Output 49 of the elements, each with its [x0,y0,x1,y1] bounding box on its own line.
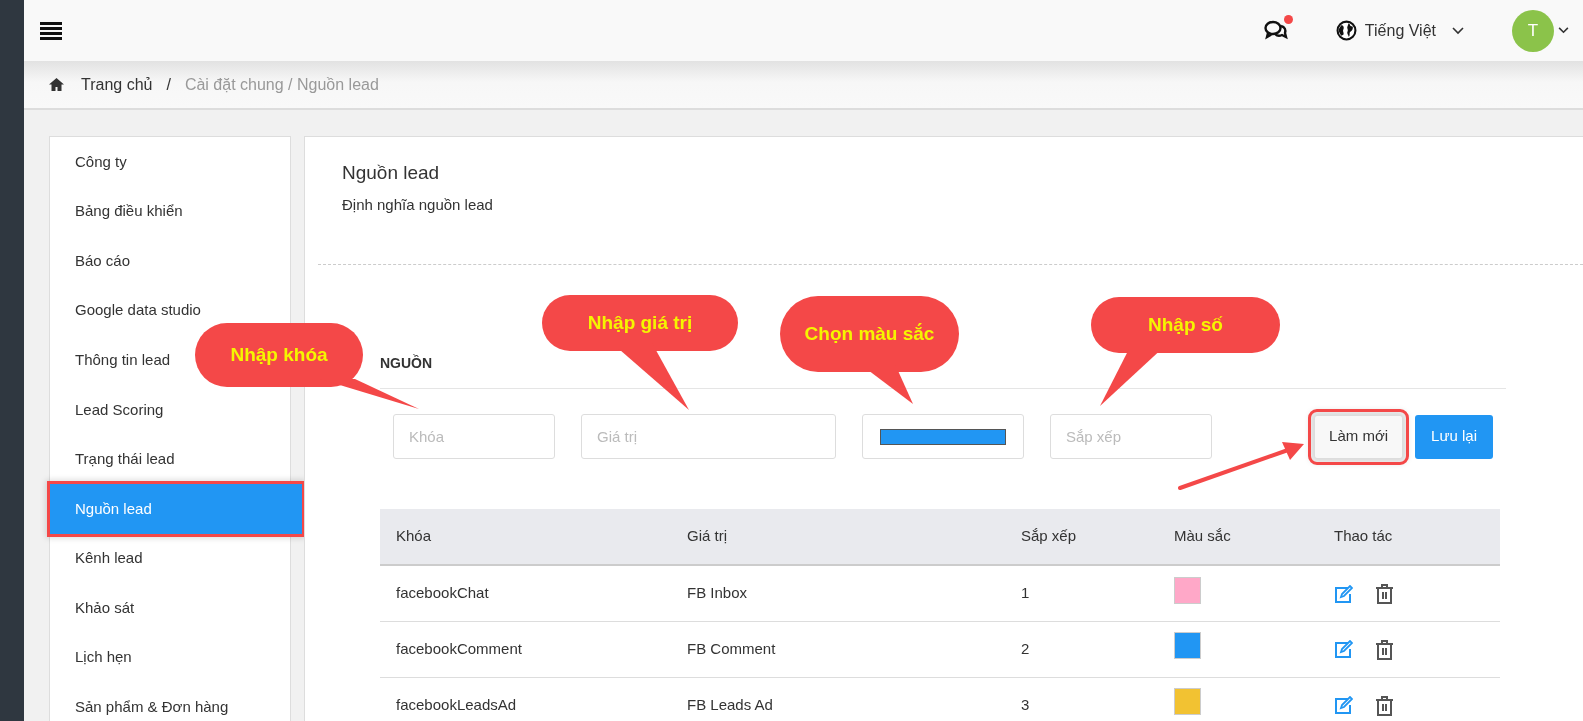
sidebar-item[interactable]: Trạng thái lead [50,434,290,485]
input-field[interactable]: Sắp xếp [1050,414,1212,459]
sidebar-item[interactable]: Bảng điều khiển [50,186,290,237]
sidebar-item[interactable]: Lead Scoring [50,384,290,435]
caret-icon [1452,26,1464,35]
language-selector[interactable]: Tiếng Việt [1335,18,1464,43]
trash-icon[interactable] [1375,584,1394,605]
input-field[interactable]: Giá trị [581,414,836,459]
table-cell: facebookComment [396,639,522,657]
column-header: Màu sắc [1173,509,1333,565]
table-cell: facebookChat [396,584,489,601]
caret-icon[interactable] [1558,27,1569,34]
breadcrumb-current: Cài đặt chung / Nguồn lead [184,74,379,95]
sidebar-item[interactable]: Kênh lead [50,533,290,584]
edit-icon[interactable] [1334,696,1353,716]
callout-tooltip: Nhập số [1091,297,1280,406]
table-cell: 2 [1021,639,1030,657]
sidebar-item[interactable]: Khảo sát [50,583,290,633]
column-header: Thao tác [1333,509,1500,565]
color-picker-field[interactable] [862,414,1024,459]
trash-icon[interactable] [1375,639,1394,660]
input-field[interactable]: Khóa [393,414,555,459]
chat-icon[interactable] [1263,20,1288,42]
callout-tooltip: Nhập giá trị [542,295,738,410]
column-header: Sắp xếp [1020,509,1173,565]
table-cell: FB Leads Ad [687,695,773,713]
column-header: Khóa [380,509,686,565]
sidebar-item[interactable]: Google data studio [50,285,290,336]
sidebar-item[interactable]: Công ty [50,137,290,187]
breadcrumb-separator: / [166,74,171,95]
breadcrumb-link[interactable]: Trang chủ [81,72,153,97]
column-header: Giá trị [686,509,1020,565]
edit-icon[interactable] [1334,640,1353,660]
table-cell: FB Comment [687,639,776,657]
sidebar-item[interactable]: Báo cáo [50,236,290,286]
table-cell: FB Inbox [687,584,748,601]
page-title: Nguồn lead [342,161,441,185]
menu-icon[interactable] [40,21,62,40]
edit-icon[interactable] [1334,584,1353,604]
table-cell: 3 [1021,695,1030,713]
callout-tooltip: Chọn màu sắc [780,296,959,404]
table-cell: 1 [1021,584,1030,601]
table-cell: facebookLeadsAd [396,695,517,713]
trash-icon[interactable] [1375,695,1394,716]
sidebar-item[interactable]: Sản phẩm & Đơn hàng [50,682,290,721]
sidebar-item[interactable]: Lịch hẹn [50,632,290,683]
globe-icon [1335,20,1357,41]
page-subtitle: Định nghĩa nguồn lead [342,194,494,215]
home-icon[interactable] [48,77,65,92]
